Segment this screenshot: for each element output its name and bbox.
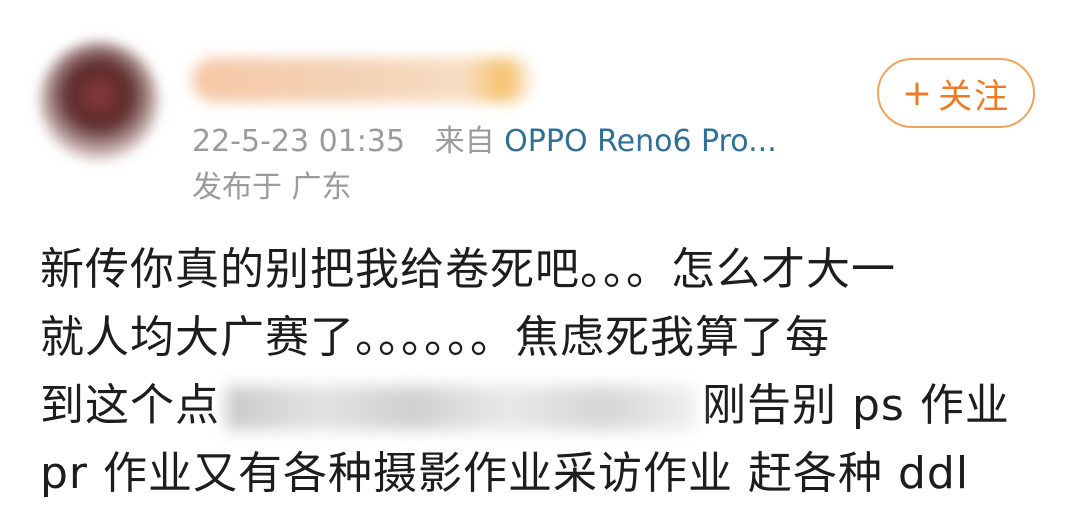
username-blurred[interactable] xyxy=(192,58,532,102)
content-line-end: 刚告别 ps 作业 xyxy=(702,380,1010,431)
content-line: 新传你真的别把我给卷死吧。。。怎么才大一 xyxy=(40,244,896,295)
source-prefix: 来自 xyxy=(434,124,495,159)
follow-label: 关注 xyxy=(938,76,1011,117)
device-name[interactable]: OPPO Reno6 Pro... xyxy=(504,124,777,159)
redacted-text xyxy=(226,386,696,430)
content-line: pr 作业又有各种摄影作业采访作业 赶各种 ddl xyxy=(40,448,970,499)
follow-button[interactable]: + 关注 xyxy=(877,58,1035,128)
content-line: 到这个点 刚告别 ps 作业 xyxy=(40,372,1050,440)
content-line-start: 到这个点 xyxy=(40,380,220,431)
post-content: 新传你真的别把我给卷死吧。。。怎么才大一 就人均大广赛了。。。。。。焦虑死我算了… xyxy=(40,236,1050,508)
plus-icon: + xyxy=(901,72,935,114)
post-location: 发布于 广东 xyxy=(192,170,352,205)
content-line: 就人均大广赛了。。。。。。焦虑死我算了每 xyxy=(40,312,830,363)
avatar[interactable] xyxy=(40,42,158,160)
post-meta: 22-5-23 01:35 来自 OPPO Reno6 Pro... xyxy=(192,116,777,160)
post-timestamp: 22-5-23 01:35 xyxy=(192,124,406,159)
